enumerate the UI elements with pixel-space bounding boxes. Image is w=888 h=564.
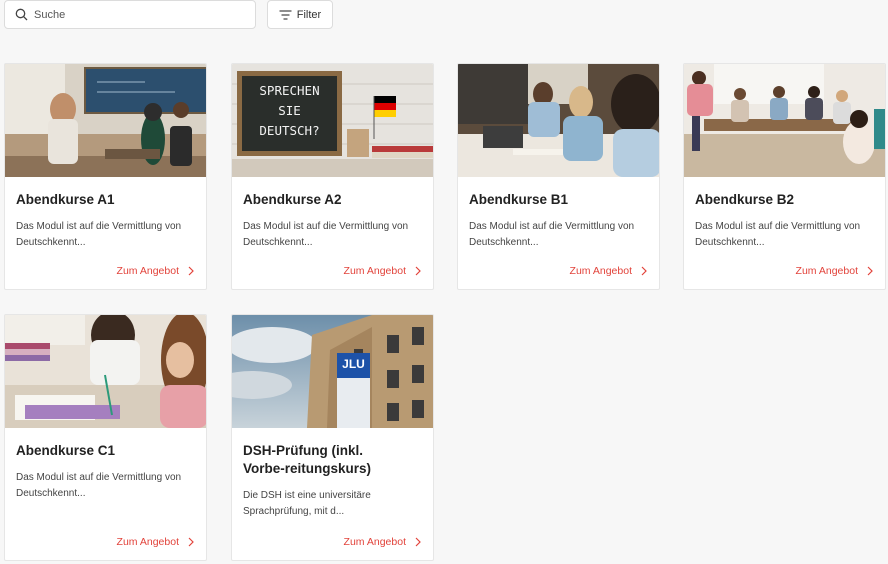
offer-link[interactable]: Zum Angebot	[117, 536, 194, 548]
course-image-university-building: JLU	[232, 315, 433, 428]
chevron-right-icon	[188, 537, 194, 547]
course-title: Abendkurse A2	[243, 192, 342, 207]
course-title: Abendkurse C1	[16, 443, 116, 458]
course-description: Das Modul ist auf die Vermittlung von De…	[16, 472, 182, 499]
course-description: Die DSH ist eine universitäre Sprachprüf…	[243, 490, 371, 517]
offer-link[interactable]: Zum Angebot	[570, 265, 647, 277]
filter-icon	[279, 9, 292, 20]
course-card[interactable]: SPRECHEN SIE DEUTSCH? Abendkurse A2 Das …	[231, 63, 434, 290]
offer-link-label: Zum Angebot	[116, 536, 179, 548]
course-card[interactable]: Abendkurse B2 Das Modul ist auf die Verm…	[683, 63, 886, 290]
course-card[interactable]: Abendkurse C1 Das Modul ist auf die Verm…	[4, 314, 207, 561]
course-description: Das Modul ist auf die Vermittlung von De…	[16, 221, 182, 248]
chalkboard-text: SPRECHEN SIE DEUTSCH?	[259, 83, 320, 138]
course-description: Das Modul ist auf die Vermittlung von De…	[695, 221, 861, 248]
sign-text: JLU	[342, 357, 365, 371]
course-image-students-laptops	[458, 64, 659, 177]
chevron-right-icon	[641, 266, 647, 276]
filter-button[interactable]: Filter	[267, 0, 333, 29]
course-card[interactable]: Abendkurse A1 Das Modul ist auf die Verm…	[4, 63, 207, 290]
chevron-right-icon	[188, 266, 194, 276]
course-image-classroom	[5, 64, 206, 177]
offer-link[interactable]: Zum Angebot	[344, 536, 421, 548]
chevron-right-icon	[867, 266, 873, 276]
offer-link-label: Zum Angebot	[343, 265, 406, 277]
course-title: Abendkurse B2	[695, 192, 795, 207]
search-input-container[interactable]	[4, 0, 256, 29]
course-card[interactable]: Abendkurse B1 Das Modul ist auf die Verm…	[457, 63, 660, 290]
course-title: Abendkurse B1	[469, 192, 569, 207]
course-card[interactable]: JLU DSH-Prüfung (inkl. Vorbe-reitungskur…	[231, 314, 434, 561]
course-title: Abendkurse A1	[16, 192, 115, 207]
course-description: Das Modul ist auf die Vermittlung von De…	[469, 221, 635, 248]
course-image-chalkboard: SPRECHEN SIE DEUTSCH?	[232, 64, 433, 177]
course-title: DSH-Prüfung (inkl. Vorbe-reitungskurs)	[243, 443, 372, 476]
offer-link-label: Zum Angebot	[116, 265, 179, 277]
chevron-right-icon	[415, 266, 421, 276]
search-input[interactable]	[34, 8, 234, 21]
offer-link-label: Zum Angebot	[795, 265, 858, 277]
search-icon	[15, 8, 28, 21]
filter-label: Filter	[296, 8, 322, 21]
course-description: Das Modul ist auf die Vermittlung von De…	[243, 221, 409, 248]
course-image-writing-students	[5, 315, 206, 428]
course-image-group-discussion	[684, 64, 885, 177]
chevron-right-icon	[415, 537, 421, 547]
offer-link-label: Zum Angebot	[569, 265, 632, 277]
offer-link[interactable]: Zum Angebot	[796, 265, 873, 277]
offer-link[interactable]: Zum Angebot	[344, 265, 421, 277]
offer-link[interactable]: Zum Angebot	[117, 265, 194, 277]
offer-link-label: Zum Angebot	[343, 536, 406, 548]
